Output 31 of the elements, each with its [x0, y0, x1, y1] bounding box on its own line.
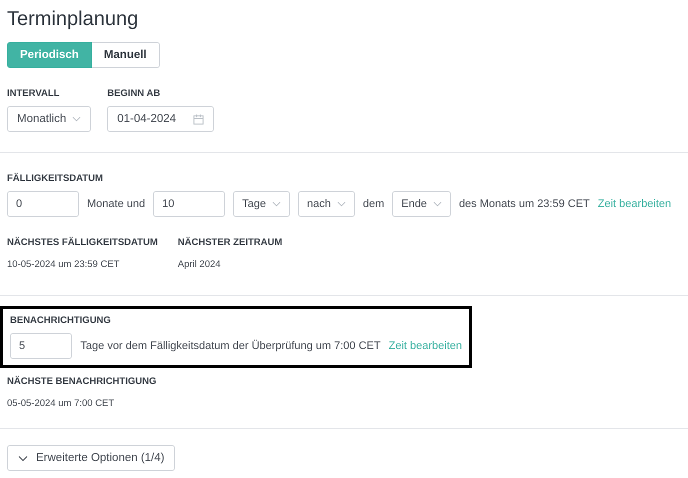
chevron-icon: [72, 116, 82, 122]
field-value: 10-05-2024 um 23:59 CET: [7, 258, 120, 272]
text: Tage vor dem Fälligkeitsdatum der Überprüfung um 7:00 CET: [80, 340, 381, 352]
text: dem: [362, 198, 384, 210]
field-label: NÄCHSTES FÄLLIGKEITSDATUM: [7, 237, 158, 249]
advanced-options-button[interactable]: Erweiterte Optionen (1/4): [7, 445, 176, 471]
section-label: BENACHRICHTIGUNG: [10, 315, 112, 327]
field-label: INTERVALL: [7, 88, 60, 100]
field-label: BEGINN AB: [107, 88, 162, 100]
number-field[interactable]: 10: [153, 191, 226, 217]
chevron-icon: [18, 454, 28, 462]
dropdown[interactable]: Ende: [392, 191, 451, 217]
chevron-icon: [336, 201, 346, 207]
field-label: NÄCHSTER ZEITRAUM: [178, 237, 282, 249]
field-value: 05-05-2024 um 7:00 CET: [7, 397, 116, 411]
section-label: FÄLLIGKEITSDATUM: [7, 173, 104, 185]
field-value: April 2024: [178, 258, 222, 272]
number-field[interactable]: 5: [10, 333, 72, 359]
page-title: Terminplanung: [7, 7, 140, 32]
field-label: NÄCHSTE BENACHRICHTIGUNG: [7, 376, 156, 388]
text: des Monats um 23:59 CET: [458, 198, 590, 210]
date-field[interactable]: 01-04-2024: [107, 106, 214, 132]
chevron-icon: [272, 201, 281, 207]
dropdown[interactable]: Monatlich: [7, 106, 92, 132]
mode-tab[interactable]: Manuell: [92, 42, 160, 68]
dropdown[interactable]: Tage: [233, 191, 290, 217]
number-field[interactable]: 0: [7, 191, 79, 217]
text: Monate und: [87, 198, 146, 210]
chevron-icon: [432, 201, 442, 207]
dropdown[interactable]: nach: [298, 191, 355, 217]
calendar-icon: [193, 114, 204, 124]
